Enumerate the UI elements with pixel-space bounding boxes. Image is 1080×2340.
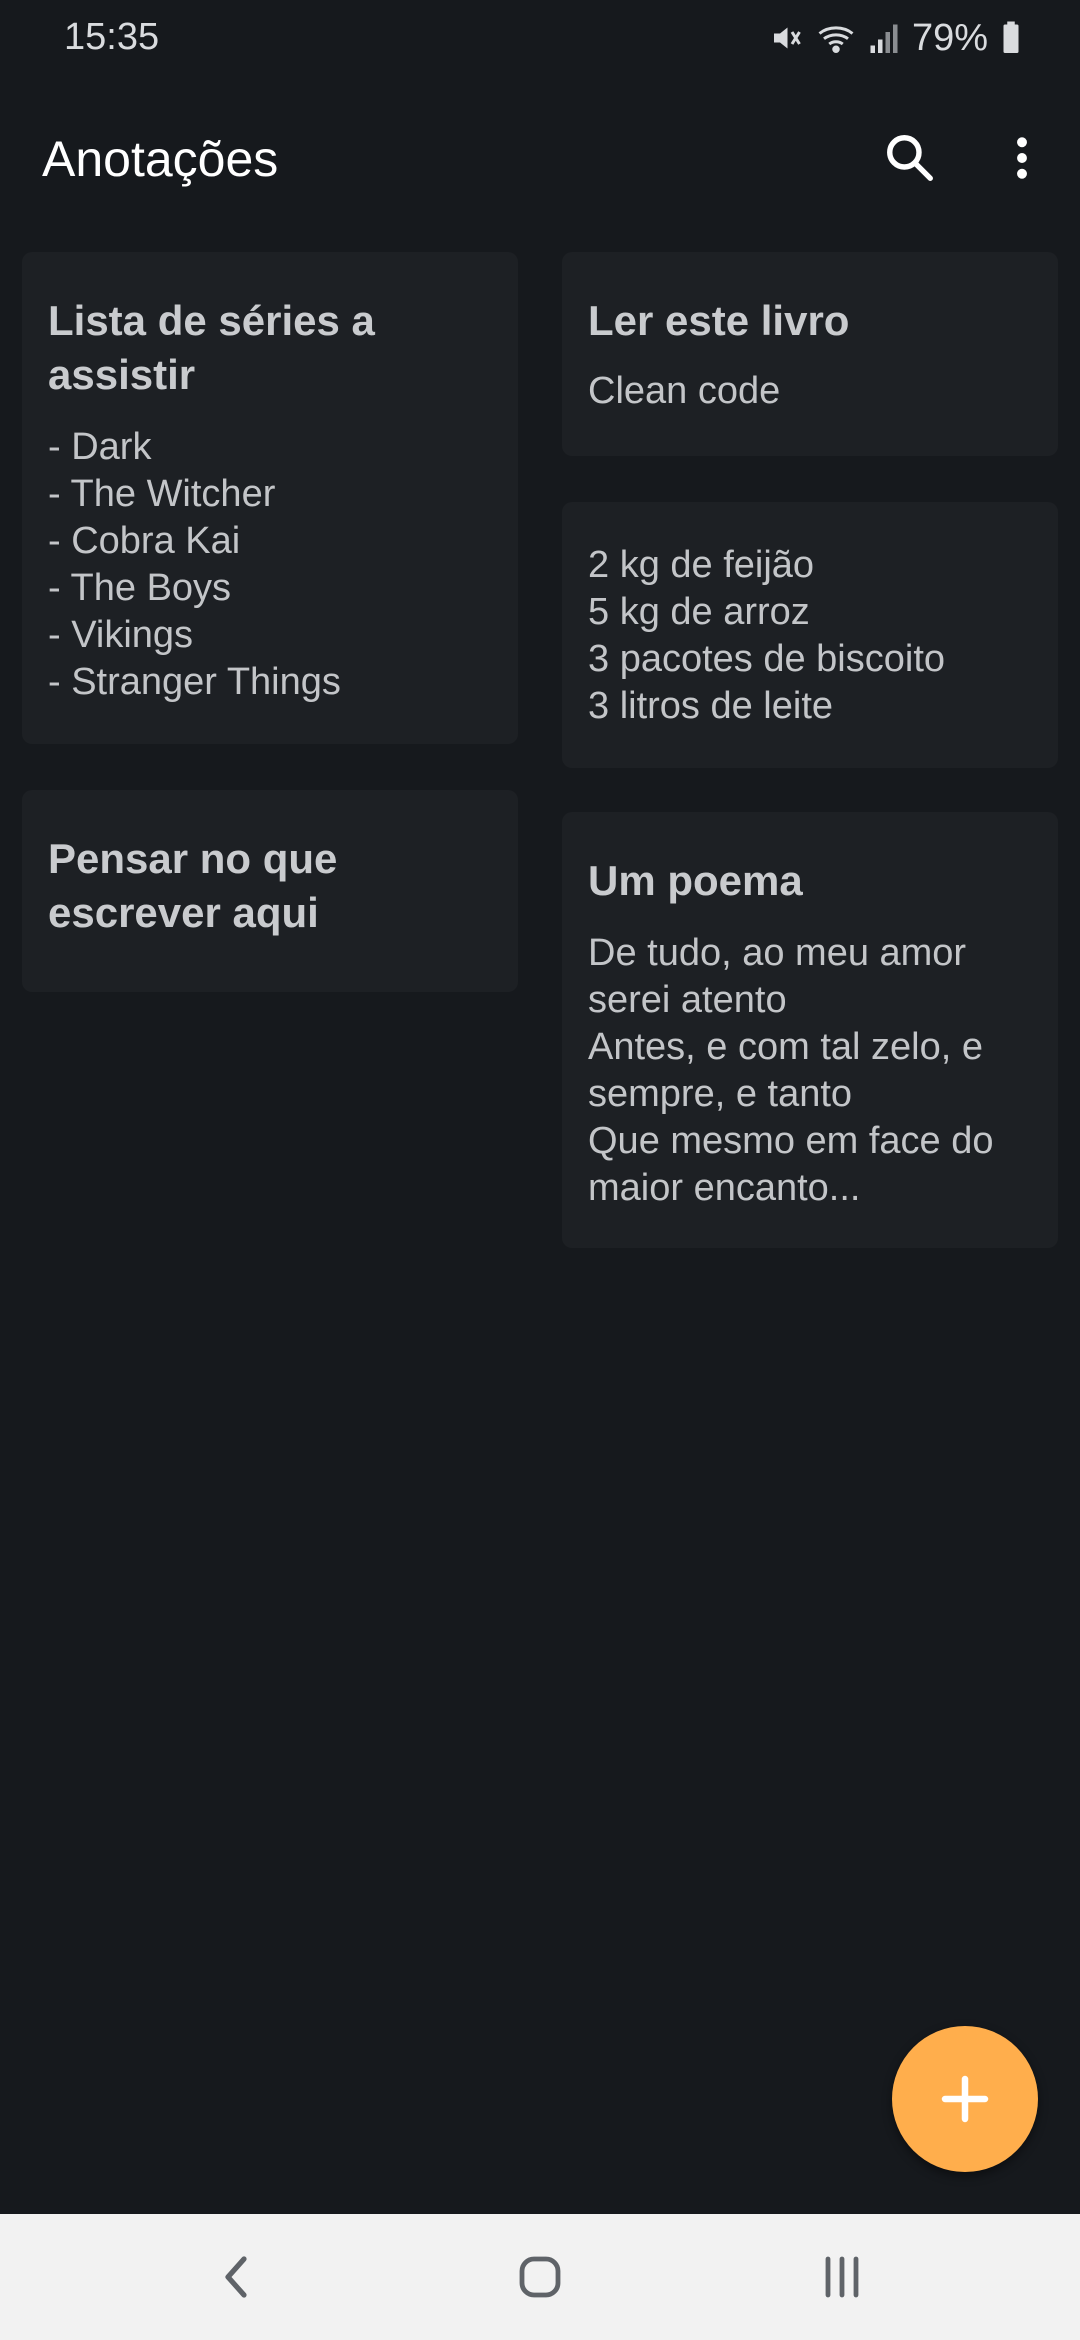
note-body: - Dark - The Witcher - Cobra Kai - The B…: [48, 426, 341, 703]
note-card[interactable]: 2 kg de feijão 5 kg de arroz 3 pacotes d…: [562, 502, 1058, 768]
signal-icon: [868, 20, 900, 56]
note-card[interactable]: Um poema De tudo, ao meu amor serei aten…: [562, 812, 1058, 1248]
back-icon: [225, 2256, 247, 2298]
battery-icon: [1000, 20, 1022, 56]
recents-button[interactable]: [800, 2244, 884, 2310]
search-button[interactable]: [868, 116, 952, 200]
home-icon: [519, 2256, 561, 2298]
plus-icon: [941, 2075, 989, 2123]
note-title: Um poema: [588, 857, 803, 904]
search-icon: [887, 135, 933, 181]
app-bar: Anotações: [0, 100, 1080, 216]
back-button[interactable]: [196, 2244, 280, 2310]
add-note-button[interactable]: [892, 2026, 1038, 2172]
more-vert-icon: [1017, 137, 1027, 179]
note-title: Lista de séries a assistir: [48, 297, 375, 398]
notes-screen: 15:35 79% Anotações Lista de séries a as…: [0, 0, 1080, 2340]
note-card[interactable]: Ler este livro Clean code: [562, 252, 1058, 456]
status-time: 15:35: [64, 16, 160, 58]
more-options-button[interactable]: [980, 116, 1064, 200]
recents-icon: [825, 2256, 859, 2298]
navigation-bar: [0, 2214, 1080, 2340]
wifi-icon: [816, 20, 856, 56]
battery-percentage: 79%: [911, 16, 988, 59]
note-title: Ler este livro: [588, 297, 850, 344]
note-body: 2 kg de feijão 5 kg de arroz 3 pacotes d…: [588, 544, 946, 727]
note-body: Clean code: [588, 370, 781, 412]
note-card[interactable]: Lista de séries a assistir - Dark - The …: [22, 252, 518, 744]
page-title: Anotações: [42, 131, 279, 187]
status-icons: 79%: [768, 14, 1022, 62]
home-button[interactable]: [498, 2244, 582, 2310]
status-bar: 15:35 79%: [0, 0, 1080, 78]
note-card[interactable]: Pensar no que escrever aqui: [22, 790, 518, 992]
mute-icon: [768, 20, 804, 56]
note-title: Pensar no que escrever aqui: [48, 835, 338, 936]
note-body: De tudo, ao meu amor serei atento Antes,…: [588, 932, 994, 1209]
